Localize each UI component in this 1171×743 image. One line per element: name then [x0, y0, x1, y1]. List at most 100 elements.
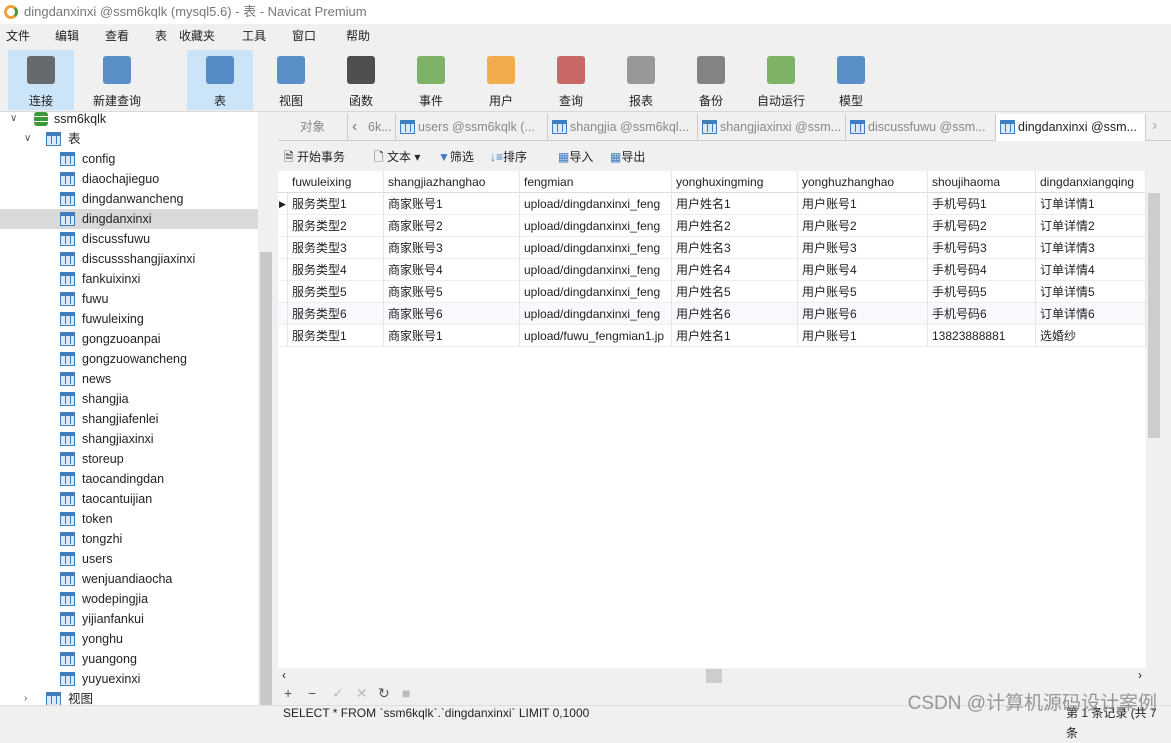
row-indicator[interactable]	[278, 325, 288, 347]
tab-item[interactable]: shangjia @ssm6kql...	[548, 114, 698, 141]
table-cell[interactable]: 用户姓名3	[672, 237, 798, 259]
table-cell[interactable]: 用户账号5	[798, 281, 928, 303]
tree-table-item[interactable]: diaochajieguo	[0, 169, 258, 189]
delete-record-icon[interactable]: −	[308, 685, 316, 701]
toolbar-button[interactable]: 备份	[678, 50, 744, 110]
table-cell[interactable]: 商家账号1	[384, 193, 520, 215]
scroll-right-icon[interactable]: ›	[1138, 668, 1142, 682]
menu-item[interactable]: 查看	[105, 24, 129, 48]
table-cell[interactable]: 订单详情6	[1036, 303, 1146, 325]
table-row[interactable]: 服务类型1 商家账号1 upload/fuwu_fengmian1.jp 用户姓名1 用…	[278, 325, 1146, 347]
table-cell[interactable]: 服务类型5	[288, 281, 384, 303]
table-row[interactable]: 服务类型4 商家账号4 upload/dingdanxinxi_feng 用户姓名4 用…	[278, 259, 1146, 281]
tree-table-item[interactable]: config	[0, 149, 258, 169]
tab-scroll-left-icon[interactable]: ‹	[352, 118, 357, 136]
table-cell[interactable]: 用户姓名5	[672, 281, 798, 303]
table-cell[interactable]: 服务类型3	[288, 237, 384, 259]
tree-table-item[interactable]: taocantuijian	[0, 489, 258, 509]
row-indicator[interactable]	[278, 215, 288, 237]
row-indicator[interactable]	[278, 259, 288, 281]
import-button[interactable]: ▦导入	[558, 145, 593, 170]
table-cell[interactable]: 手机号码3	[928, 237, 1036, 259]
table-cell[interactable]: 订单详情2	[1036, 215, 1146, 237]
table-cell[interactable]: 订单详情3	[1036, 237, 1146, 259]
tree-table-item[interactable]: yuyuexinxi	[0, 669, 258, 689]
table-cell[interactable]: 选婚纱	[1036, 325, 1146, 347]
tab-item[interactable]: users @ssm6kqlk (...	[396, 114, 548, 141]
apply-icon[interactable]: ✓	[332, 685, 344, 702]
tree-table-item[interactable]: dingdanwancheng	[0, 189, 258, 209]
table-cell[interactable]: 手机号码4	[928, 259, 1036, 281]
table-cell[interactable]: 订单详情4	[1036, 259, 1146, 281]
table-cell[interactable]: 用户姓名1	[672, 325, 798, 347]
menu-item[interactable]: 窗口	[292, 24, 316, 48]
table-cell[interactable]: 商家账号2	[384, 215, 520, 237]
table-cell[interactable]: upload/dingdanxinxi_feng	[520, 215, 672, 237]
column-header[interactable]: fuwuleixing	[288, 171, 384, 193]
table-cell[interactable]: 手机号码5	[928, 281, 1036, 303]
table-cell[interactable]: upload/fuwu_fengmian1.jp	[520, 325, 672, 347]
tab-item[interactable]: shangjiaxinxi @ssm...	[698, 114, 846, 141]
table-cell[interactable]: 用户姓名4	[672, 259, 798, 281]
table-cell[interactable]: 13823888881	[928, 325, 1036, 347]
tree-views-folder[interactable]: › 视图	[0, 689, 258, 705]
menu-item[interactable]: 编辑	[55, 24, 79, 48]
tree-table-item[interactable]: shangjiafenlei	[0, 409, 258, 429]
scroll-thumb[interactable]	[1148, 193, 1160, 438]
tree-table-item[interactable]: yuangong	[0, 649, 258, 669]
begin-transaction-button[interactable]: 🗎 开始事务	[284, 145, 345, 170]
table-row[interactable]: 服务类型3 商家账号3 upload/dingdanxinxi_feng 用户姓名3 用…	[278, 237, 1146, 259]
table-cell[interactable]: 用户账号6	[798, 303, 928, 325]
grid-vertical-scrollbar[interactable]	[1146, 171, 1163, 668]
tab-item[interactable]: 6k...	[366, 114, 396, 141]
add-record-icon[interactable]: +	[284, 685, 292, 701]
toolbar-button[interactable]: 事件	[398, 50, 464, 110]
table-cell[interactable]: 用户账号1	[798, 325, 928, 347]
table-cell[interactable]: 订单详情5	[1036, 281, 1146, 303]
tree-table-item[interactable]: storeup	[0, 449, 258, 469]
toolbar-button[interactable]: 函数	[328, 50, 394, 110]
tree-tables-folder[interactable]: ∨ 表	[0, 129, 258, 149]
table-cell[interactable]: 用户姓名2	[672, 215, 798, 237]
table-cell[interactable]: upload/dingdanxinxi_feng	[520, 237, 672, 259]
table-cell[interactable]: 用户账号1	[798, 193, 928, 215]
tab-scroll-right-icon[interactable]: ›	[1152, 117, 1157, 135]
column-header[interactable]: yonghuzhanghao	[798, 171, 928, 193]
toolbar-button[interactable]: 连接	[8, 50, 74, 110]
table-cell[interactable]: 商家账号1	[384, 325, 520, 347]
tree-table-item[interactable]: taocandingdan	[0, 469, 258, 489]
tree-table-item[interactable]: tongzhi	[0, 529, 258, 549]
tree-table-item[interactable]: dingdanxinxi	[0, 209, 258, 229]
tab-item[interactable]: dingdanxinxi @ssm...	[996, 114, 1146, 141]
column-header[interactable]: dingdanxiangqing	[1036, 171, 1146, 193]
table-cell[interactable]: 手机号码2	[928, 215, 1036, 237]
toolbar-button[interactable]: 用户	[468, 50, 534, 110]
tree-database[interactable]: ∨ ssm6kqlk	[0, 112, 258, 129]
chevron-down-icon[interactable]: ›	[24, 689, 27, 705]
chevron-down-icon[interactable]: ∨	[24, 129, 31, 149]
table-cell[interactable]: upload/dingdanxinxi_feng	[520, 281, 672, 303]
column-header[interactable]: shoujihaoma	[928, 171, 1036, 193]
toolbar-button[interactable]: 报表	[608, 50, 674, 110]
toolbar-button[interactable]: 视图	[258, 50, 324, 110]
table-cell[interactable]: upload/dingdanxinxi_feng	[520, 193, 672, 215]
table-cell[interactable]: 手机号码6	[928, 303, 1036, 325]
row-indicator[interactable]	[278, 303, 288, 325]
tree-table-item[interactable]: gongzuoanpai	[0, 329, 258, 349]
table-cell[interactable]: 商家账号5	[384, 281, 520, 303]
scroll-thumb[interactable]	[260, 252, 272, 707]
table-cell[interactable]: 用户姓名1	[672, 193, 798, 215]
tree-table-item[interactable]: fuwu	[0, 289, 258, 309]
table-cell[interactable]: 服务类型2	[288, 215, 384, 237]
tree-table-item[interactable]: shangjia	[0, 389, 258, 409]
tree-table-item[interactable]: users	[0, 549, 258, 569]
tree-table-item[interactable]: yonghu	[0, 629, 258, 649]
tree-table-item[interactable]: shangjiaxinxi	[0, 429, 258, 449]
tree-table-item[interactable]: wodepingjia	[0, 589, 258, 609]
menu-item[interactable]: 表	[155, 24, 167, 48]
sidebar-scrollbar[interactable]	[258, 112, 275, 707]
table-cell[interactable]: 用户账号4	[798, 259, 928, 281]
menu-item[interactable]: 收藏夹	[179, 24, 215, 48]
table-cell[interactable]: 服务类型4	[288, 259, 384, 281]
tree-table-item[interactable]: yijianfankui	[0, 609, 258, 629]
